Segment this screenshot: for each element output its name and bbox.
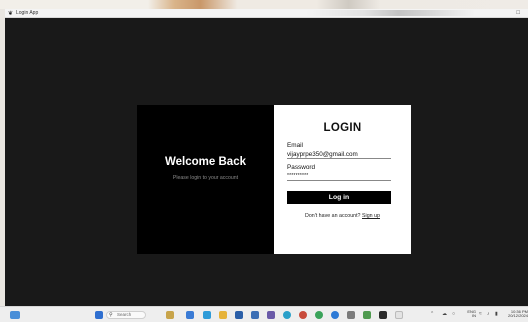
app-icon-6[interactable] bbox=[347, 311, 355, 319]
store-icon[interactable] bbox=[235, 311, 243, 319]
weather-icon[interactable] bbox=[166, 311, 174, 319]
chrome-icon[interactable] bbox=[283, 311, 291, 319]
desktop-wallpaper bbox=[0, 0, 528, 9]
taskbar: ⚲ Search ⌃ ☁ ○ ENG IN ≈ ♪ ▮ 10:36 PM 20/… bbox=[0, 306, 528, 322]
signup-prompt: Don't have an account? bbox=[305, 213, 361, 219]
app-icon-1[interactable] bbox=[251, 311, 259, 319]
wifi-icon[interactable]: ≈ bbox=[479, 311, 482, 317]
app-icon-7[interactable] bbox=[363, 311, 371, 319]
login-button[interactable]: Log in bbox=[287, 191, 391, 204]
battery-icon[interactable]: ▮ bbox=[495, 311, 498, 317]
login-title: LOGIN bbox=[323, 122, 362, 134]
app-icon-4[interactable] bbox=[315, 311, 323, 319]
titlebar-overlay bbox=[305, 10, 475, 16]
window-title: Login App bbox=[16, 10, 39, 16]
tray-region: IN bbox=[472, 313, 476, 319]
start-icon[interactable] bbox=[95, 311, 103, 319]
clock[interactable]: 10:36 PM 20/12/2024 bbox=[502, 309, 528, 319]
window-titlebar[interactable]: ❦ Login App □ bbox=[5, 9, 528, 18]
file-explorer-icon[interactable] bbox=[219, 311, 227, 319]
app-icon-5[interactable] bbox=[331, 311, 339, 319]
chevron-up-icon[interactable]: ⌃ bbox=[430, 311, 434, 317]
email-label: Email bbox=[287, 142, 303, 149]
welcome-heading: Welcome Back bbox=[165, 156, 246, 168]
feather-icon: ❦ bbox=[8, 11, 14, 17]
edge-icon[interactable] bbox=[203, 311, 211, 319]
tray-date: 20/12/2024 bbox=[507, 313, 528, 319]
search-placeholder: Search bbox=[117, 312, 132, 317]
login-panel: LOGIN Email Password Log in Don't have a… bbox=[274, 105, 411, 254]
app-icon-3[interactable] bbox=[299, 311, 307, 319]
app-tray-icon[interactable]: ○ bbox=[452, 311, 455, 317]
app-icon-2[interactable] bbox=[267, 311, 275, 319]
cloud-icon[interactable]: ☁ bbox=[442, 311, 447, 317]
maximize-button[interactable]: □ bbox=[516, 9, 520, 18]
taskbar-search[interactable]: ⚲ Search bbox=[106, 311, 146, 319]
app-window: ❦ Login App □ Welcome Back Please login … bbox=[5, 9, 528, 306]
task-view-icon[interactable] bbox=[186, 311, 194, 319]
welcome-panel: Welcome Back Please login to your accoun… bbox=[137, 105, 274, 254]
signup-row: Don't have an account? Sign up bbox=[274, 213, 411, 219]
app-icon-8[interactable] bbox=[379, 311, 387, 319]
password-field[interactable] bbox=[287, 172, 391, 181]
email-field[interactable] bbox=[287, 150, 391, 159]
volume-icon[interactable]: ♪ bbox=[487, 311, 490, 317]
app-icon-9[interactable] bbox=[395, 311, 403, 319]
welcome-subtitle: Please login to your account bbox=[172, 175, 239, 181]
signup-link[interactable]: Sign up bbox=[362, 213, 380, 219]
widgets-icon[interactable] bbox=[10, 311, 20, 319]
language-indicator[interactable]: ENG IN bbox=[462, 309, 476, 319]
search-icon: ⚲ bbox=[109, 312, 113, 318]
login-card: Welcome Back Please login to your accoun… bbox=[137, 105, 411, 254]
password-label: Password bbox=[287, 164, 316, 171]
